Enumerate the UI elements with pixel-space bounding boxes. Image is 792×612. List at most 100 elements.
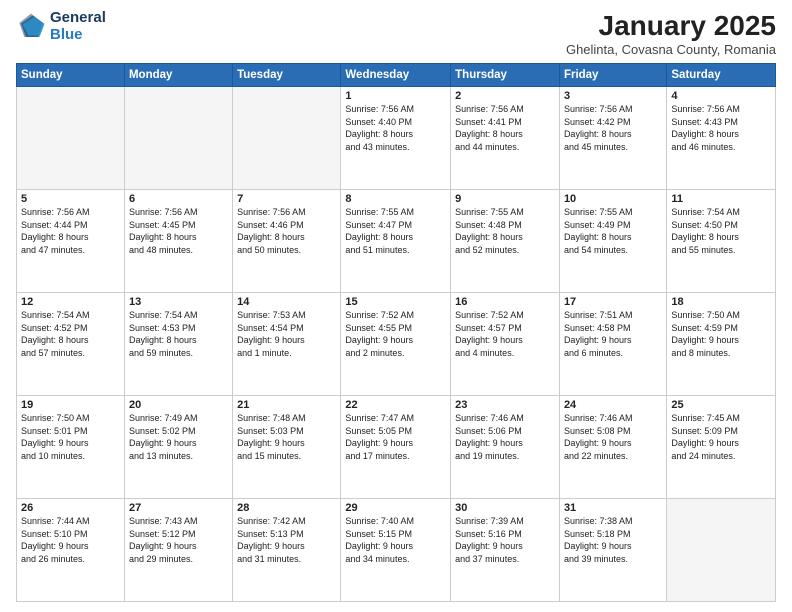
logo-line2: Blue (50, 27, 106, 44)
calendar-week-1: 1Sunrise: 7:56 AM Sunset: 4:40 PM Daylig… (17, 87, 776, 190)
calendar-cell: 25Sunrise: 7:45 AM Sunset: 5:09 PM Dayli… (667, 396, 776, 499)
day-info: Sunrise: 7:53 AM Sunset: 4:54 PM Dayligh… (237, 309, 336, 359)
calendar-cell: 10Sunrise: 7:55 AM Sunset: 4:49 PM Dayli… (559, 190, 666, 293)
day-number: 25 (671, 399, 771, 411)
calendar-cell: 13Sunrise: 7:54 AM Sunset: 4:53 PM Dayli… (124, 293, 232, 396)
logo-icon (16, 12, 46, 42)
calendar-cell: 15Sunrise: 7:52 AM Sunset: 4:55 PM Dayli… (341, 293, 451, 396)
logo-line1: General (50, 10, 106, 27)
day-number: 15 (345, 296, 446, 308)
calendar-cell (667, 499, 776, 602)
day-number: 16 (455, 296, 555, 308)
day-number: 2 (455, 90, 555, 102)
calendar-week-3: 12Sunrise: 7:54 AM Sunset: 4:52 PM Dayli… (17, 293, 776, 396)
th-wednesday: Wednesday (341, 64, 451, 87)
day-number: 26 (21, 502, 120, 514)
day-info: Sunrise: 7:54 AM Sunset: 4:52 PM Dayligh… (21, 309, 120, 359)
day-number: 7 (237, 193, 336, 205)
calendar-cell: 16Sunrise: 7:52 AM Sunset: 4:57 PM Dayli… (451, 293, 560, 396)
calendar-cell: 29Sunrise: 7:40 AM Sunset: 5:15 PM Dayli… (341, 499, 451, 602)
calendar-cell (17, 87, 125, 190)
day-number: 11 (671, 193, 771, 205)
th-tuesday: Tuesday (233, 64, 341, 87)
day-number: 10 (564, 193, 662, 205)
th-friday: Friday (559, 64, 666, 87)
day-info: Sunrise: 7:54 AM Sunset: 4:53 PM Dayligh… (129, 309, 228, 359)
day-info: Sunrise: 7:56 AM Sunset: 4:40 PM Dayligh… (345, 103, 446, 153)
calendar-cell: 18Sunrise: 7:50 AM Sunset: 4:59 PM Dayli… (667, 293, 776, 396)
calendar-cell: 3Sunrise: 7:56 AM Sunset: 4:42 PM Daylig… (559, 87, 666, 190)
day-number: 9 (455, 193, 555, 205)
day-info: Sunrise: 7:47 AM Sunset: 5:05 PM Dayligh… (345, 412, 446, 462)
day-info: Sunrise: 7:49 AM Sunset: 5:02 PM Dayligh… (129, 412, 228, 462)
header-row: Sunday Monday Tuesday Wednesday Thursday… (17, 64, 776, 87)
calendar-cell: 9Sunrise: 7:55 AM Sunset: 4:48 PM Daylig… (451, 190, 560, 293)
day-info: Sunrise: 7:45 AM Sunset: 5:09 PM Dayligh… (671, 412, 771, 462)
day-info: Sunrise: 7:55 AM Sunset: 4:48 PM Dayligh… (455, 206, 555, 256)
day-info: Sunrise: 7:56 AM Sunset: 4:43 PM Dayligh… (671, 103, 771, 153)
day-number: 5 (21, 193, 120, 205)
logo-text-block: General Blue (50, 10, 106, 43)
day-info: Sunrise: 7:40 AM Sunset: 5:15 PM Dayligh… (345, 515, 446, 565)
calendar-cell: 8Sunrise: 7:55 AM Sunset: 4:47 PM Daylig… (341, 190, 451, 293)
day-info: Sunrise: 7:48 AM Sunset: 5:03 PM Dayligh… (237, 412, 336, 462)
calendar-cell: 26Sunrise: 7:44 AM Sunset: 5:10 PM Dayli… (17, 499, 125, 602)
calendar-cell: 22Sunrise: 7:47 AM Sunset: 5:05 PM Dayli… (341, 396, 451, 499)
day-info: Sunrise: 7:54 AM Sunset: 4:50 PM Dayligh… (671, 206, 771, 256)
calendar-cell: 30Sunrise: 7:39 AM Sunset: 5:16 PM Dayli… (451, 499, 560, 602)
page: General Blue January 2025 Ghelinta, Cova… (0, 0, 792, 612)
day-number: 3 (564, 90, 662, 102)
calendar-cell: 28Sunrise: 7:42 AM Sunset: 5:13 PM Dayli… (233, 499, 341, 602)
calendar-week-4: 19Sunrise: 7:50 AM Sunset: 5:01 PM Dayli… (17, 396, 776, 499)
day-info: Sunrise: 7:46 AM Sunset: 5:08 PM Dayligh… (564, 412, 662, 462)
calendar-cell: 7Sunrise: 7:56 AM Sunset: 4:46 PM Daylig… (233, 190, 341, 293)
location-subtitle: Ghelinta, Covasna County, Romania (566, 42, 776, 57)
day-number: 28 (237, 502, 336, 514)
day-info: Sunrise: 7:51 AM Sunset: 4:58 PM Dayligh… (564, 309, 662, 359)
calendar-week-2: 5Sunrise: 7:56 AM Sunset: 4:44 PM Daylig… (17, 190, 776, 293)
calendar-cell: 12Sunrise: 7:54 AM Sunset: 4:52 PM Dayli… (17, 293, 125, 396)
day-info: Sunrise: 7:42 AM Sunset: 5:13 PM Dayligh… (237, 515, 336, 565)
calendar-cell: 19Sunrise: 7:50 AM Sunset: 5:01 PM Dayli… (17, 396, 125, 499)
day-info: Sunrise: 7:56 AM Sunset: 4:41 PM Dayligh… (455, 103, 555, 153)
calendar-cell (124, 87, 232, 190)
day-info: Sunrise: 7:52 AM Sunset: 4:55 PM Dayligh… (345, 309, 446, 359)
day-number: 19 (21, 399, 120, 411)
day-number: 17 (564, 296, 662, 308)
day-number: 20 (129, 399, 228, 411)
calendar-week-5: 26Sunrise: 7:44 AM Sunset: 5:10 PM Dayli… (17, 499, 776, 602)
day-number: 14 (237, 296, 336, 308)
day-number: 18 (671, 296, 771, 308)
calendar-table: Sunday Monday Tuesday Wednesday Thursday… (16, 63, 776, 602)
day-info: Sunrise: 7:55 AM Sunset: 4:47 PM Dayligh… (345, 206, 446, 256)
calendar-cell: 11Sunrise: 7:54 AM Sunset: 4:50 PM Dayli… (667, 190, 776, 293)
day-number: 1 (345, 90, 446, 102)
day-info: Sunrise: 7:56 AM Sunset: 4:44 PM Dayligh… (21, 206, 120, 256)
day-number: 4 (671, 90, 771, 102)
day-number: 21 (237, 399, 336, 411)
calendar-cell (233, 87, 341, 190)
day-info: Sunrise: 7:50 AM Sunset: 5:01 PM Dayligh… (21, 412, 120, 462)
day-number: 30 (455, 502, 555, 514)
day-number: 13 (129, 296, 228, 308)
title-block: January 2025 Ghelinta, Covasna County, R… (566, 10, 776, 57)
day-info: Sunrise: 7:52 AM Sunset: 4:57 PM Dayligh… (455, 309, 555, 359)
day-info: Sunrise: 7:56 AM Sunset: 4:42 PM Dayligh… (564, 103, 662, 153)
day-info: Sunrise: 7:43 AM Sunset: 5:12 PM Dayligh… (129, 515, 228, 565)
calendar-cell: 4Sunrise: 7:56 AM Sunset: 4:43 PM Daylig… (667, 87, 776, 190)
day-number: 31 (564, 502, 662, 514)
day-number: 27 (129, 502, 228, 514)
th-saturday: Saturday (667, 64, 776, 87)
calendar-cell: 14Sunrise: 7:53 AM Sunset: 4:54 PM Dayli… (233, 293, 341, 396)
calendar-cell: 1Sunrise: 7:56 AM Sunset: 4:40 PM Daylig… (341, 87, 451, 190)
calendar-cell: 6Sunrise: 7:56 AM Sunset: 4:45 PM Daylig… (124, 190, 232, 293)
day-number: 8 (345, 193, 446, 205)
calendar-cell: 20Sunrise: 7:49 AM Sunset: 5:02 PM Dayli… (124, 396, 232, 499)
calendar-cell: 23Sunrise: 7:46 AM Sunset: 5:06 PM Dayli… (451, 396, 560, 499)
logo: General Blue (16, 10, 106, 43)
day-number: 24 (564, 399, 662, 411)
th-monday: Monday (124, 64, 232, 87)
day-info: Sunrise: 7:39 AM Sunset: 5:16 PM Dayligh… (455, 515, 555, 565)
day-number: 12 (21, 296, 120, 308)
th-thursday: Thursday (451, 64, 560, 87)
